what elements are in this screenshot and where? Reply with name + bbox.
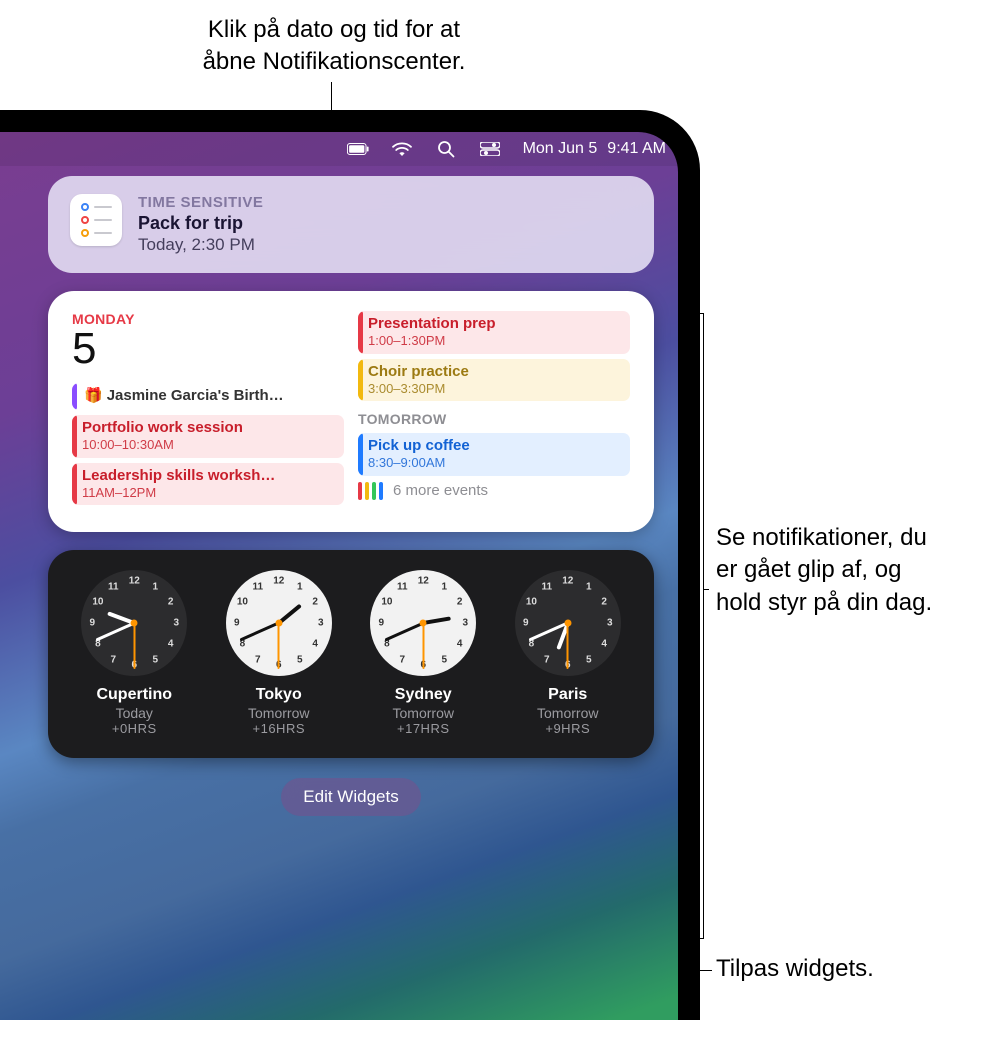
callout-right: Se notifikationer, du er gået glip af, o… bbox=[716, 522, 932, 619]
edit-widgets-button[interactable]: Edit Widgets bbox=[281, 778, 420, 816]
clock-face: 123456789101112 bbox=[370, 570, 476, 676]
clock-cell: 123456789101112 Paris Tomorrow +9HRS bbox=[500, 570, 637, 736]
reminder-notification[interactable]: TIME SENSITIVE Pack for trip Today, 2:30… bbox=[48, 176, 654, 273]
device-bezel: Mon Jun 5 9:41 AM TIME SENSITIVE Pack fo… bbox=[0, 110, 700, 1020]
clock-cell: 123456789101112 Sydney Tomorrow +17HRS bbox=[355, 570, 492, 736]
wifi-icon[interactable] bbox=[391, 140, 413, 158]
callout-right-text: Se notifikationer, du er gået glip af, o… bbox=[716, 524, 932, 616]
clock-day: Tomorrow bbox=[393, 705, 454, 721]
clock-offset: +16HRS bbox=[253, 721, 306, 736]
menubar-date: Mon Jun 5 bbox=[523, 140, 598, 158]
clock-face: 123456789101112 bbox=[81, 570, 187, 676]
clock-offset: +9HRS bbox=[545, 721, 590, 736]
callout-top-text: Klik på dato og tid for at åbne Notifika… bbox=[203, 16, 466, 75]
calendar-tomorrow-label: TOMORROW bbox=[358, 411, 630, 427]
clock-face: 123456789101112 bbox=[226, 570, 332, 676]
callout-line bbox=[331, 82, 332, 113]
clock-cell: 123456789101112 Cupertino Today +0HRS bbox=[66, 570, 203, 736]
callout-edit: Tilpas widgets. bbox=[716, 953, 874, 985]
callout-top: Klik på dato og tid for at åbne Notifika… bbox=[164, 14, 504, 79]
calendar-event: Pick up coffee 8:30–9:00AM bbox=[358, 433, 630, 476]
callout-edit-text: Tilpas widgets. bbox=[716, 955, 874, 982]
clock-offset: +0HRS bbox=[112, 721, 157, 736]
search-icon[interactable] bbox=[435, 140, 457, 158]
calendar-more-text: 6 more events bbox=[393, 482, 488, 499]
menubar-time: 9:41 AM bbox=[607, 140, 666, 158]
notification-center: TIME SENSITIVE Pack for trip Today, 2:30… bbox=[48, 176, 654, 1020]
calendar-day-number: 5 bbox=[72, 327, 344, 371]
calendar-widget[interactable]: MONDAY 5 🎁Jasmine Garcia's Birth… Portfo… bbox=[48, 291, 654, 532]
menubar: Mon Jun 5 9:41 AM bbox=[0, 132, 678, 166]
clock-city: Sydney bbox=[395, 686, 452, 704]
clock-cell: 123456789101112 Tokyo Tomorrow +16HRS bbox=[211, 570, 348, 736]
world-clock-widget[interactable]: 123456789101112 Cupertino Today +0HRS 12… bbox=[48, 550, 654, 758]
clock-face: 123456789101112 bbox=[515, 570, 621, 676]
control-center-icon[interactable] bbox=[479, 140, 501, 158]
clock-city: Cupertino bbox=[96, 686, 172, 704]
device-screen: Mon Jun 5 9:41 AM TIME SENSITIVE Pack fo… bbox=[0, 132, 678, 1020]
calendar-event: Leadership skills worksh… 11AM–12PM bbox=[72, 463, 344, 506]
clock-day: Today bbox=[116, 705, 153, 721]
notification-title: Pack for trip bbox=[138, 213, 632, 234]
calendar-event: 🎁Jasmine Garcia's Birth… bbox=[72, 383, 344, 410]
calendar-more-events: 6 more events bbox=[358, 482, 630, 500]
clock-day: Tomorrow bbox=[537, 705, 598, 721]
clock-offset: +17HRS bbox=[397, 721, 450, 736]
calendar-day-label: MONDAY bbox=[72, 311, 344, 327]
notification-label: TIME SENSITIVE bbox=[138, 194, 632, 211]
menubar-datetime[interactable]: Mon Jun 5 9:41 AM bbox=[523, 140, 666, 158]
callout-line bbox=[704, 589, 709, 590]
clock-city: Paris bbox=[548, 686, 587, 704]
notification-subtitle: Today, 2:30 PM bbox=[138, 235, 632, 255]
reminders-app-icon bbox=[70, 194, 122, 246]
calendar-event: Portfolio work session 10:00–10:30AM bbox=[72, 415, 344, 458]
calendar-event: Choir practice 3:00–3:30PM bbox=[358, 359, 630, 402]
calendar-event: Presentation prep 1:00–1:30PM bbox=[358, 311, 630, 354]
clock-city: Tokyo bbox=[256, 686, 302, 704]
clock-day: Tomorrow bbox=[248, 705, 309, 721]
battery-icon[interactable] bbox=[347, 140, 369, 158]
